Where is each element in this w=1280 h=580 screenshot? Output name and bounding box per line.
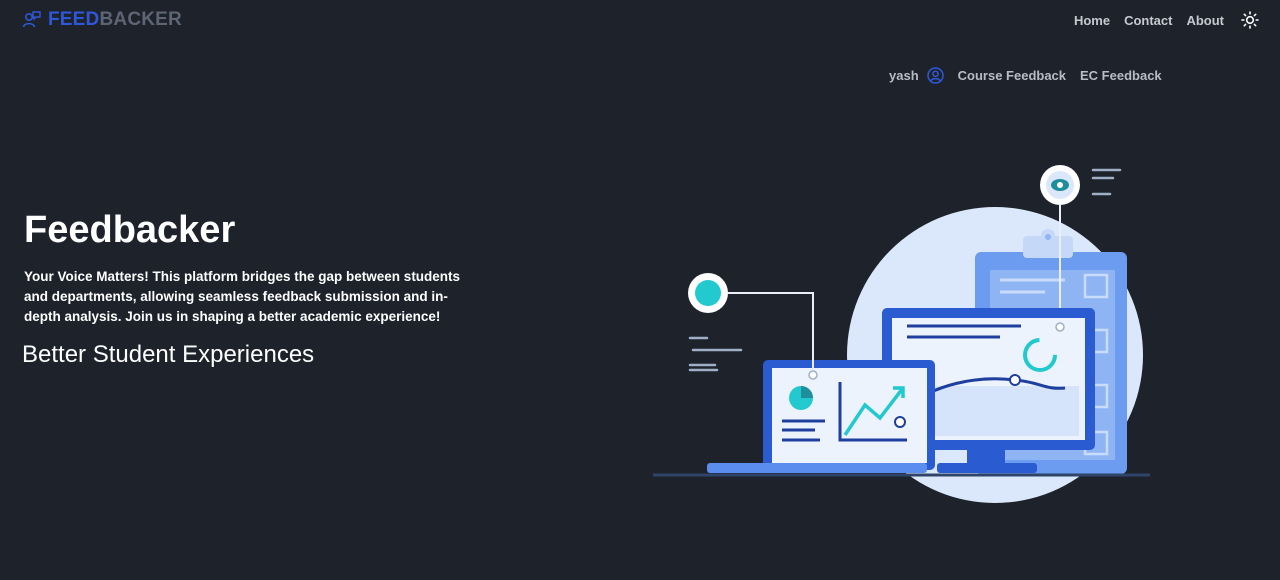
hero-description: Your Voice Matters! This platform bridge… <box>24 269 461 324</box>
brand-name: FEEDBACKER <box>48 9 182 31</box>
hero-section: Feedbacker Your Voice Matters! This plat… <box>22 206 472 369</box>
navbar: FEEDBACKER Home Contact About <box>0 0 1280 40</box>
nav-links: Home Contact About <box>1074 10 1260 30</box>
user-menu[interactable]: yash <box>889 67 944 84</box>
theme-toggle-button[interactable] <box>1240 10 1260 30</box>
brand-name-part2: BACKER <box>99 9 182 30</box>
sun-icon <box>1241 11 1259 29</box>
hero-title: Feedbacker <box>24 209 236 251</box>
username: yash <box>889 68 919 83</box>
user-circle-icon <box>926 67 944 84</box>
hero-tagline: Better Student Experiences <box>22 341 315 368</box>
brand-name-part1: FEED <box>48 9 100 30</box>
user-subnav: yash Course Feedback EC Feedback <box>889 67 1162 84</box>
nav-about-link[interactable]: About <box>1186 13 1224 28</box>
nav-contact-link[interactable]: Contact <box>1124 13 1172 28</box>
analytics-illustration <box>653 165 1150 503</box>
ec-feedback-link[interactable]: EC Feedback <box>1080 68 1162 83</box>
users-feedback-icon <box>22 11 41 28</box>
brand-logo[interactable]: FEEDBACKER <box>22 9 182 31</box>
hero-illustration <box>645 160 1165 515</box>
nav-home-link[interactable]: Home <box>1074 13 1110 28</box>
course-feedback-link[interactable]: Course Feedback <box>958 68 1066 83</box>
